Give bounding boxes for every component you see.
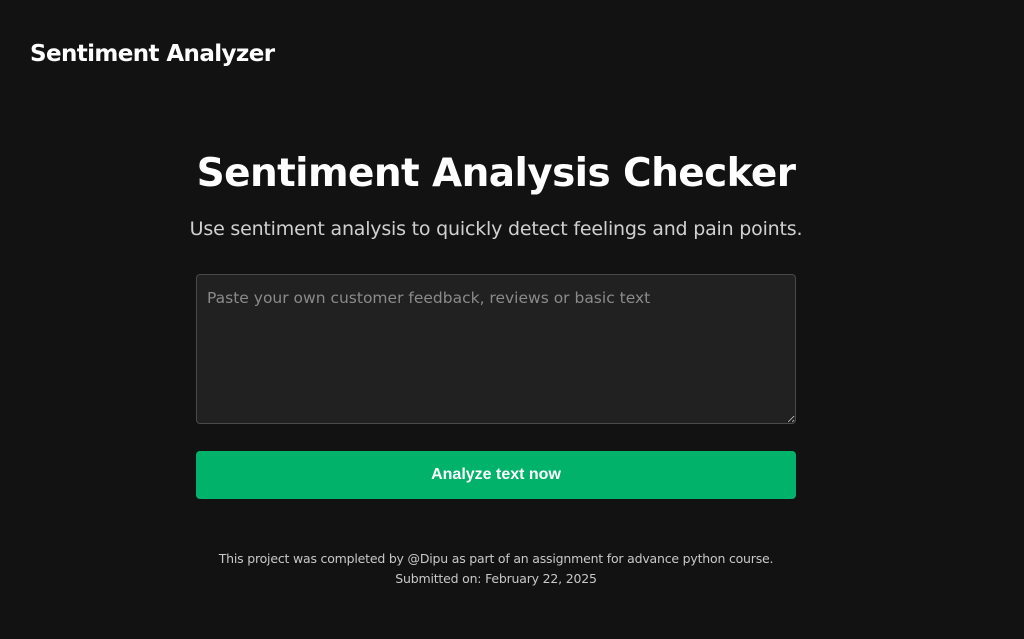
footer-submitted-date: Submitted on: February 22, 2025 bbox=[395, 571, 597, 586]
footer: This project was completed by @Dipu as p… bbox=[0, 549, 992, 589]
page-subtitle: Use sentiment analysis to quickly detect… bbox=[189, 218, 803, 240]
feedback-text-input[interactable] bbox=[196, 274, 796, 424]
main-content: Sentiment Analysis Checker Use sentiment… bbox=[0, 0, 1024, 639]
analyze-text-button[interactable]: Analyze text now bbox=[196, 451, 796, 499]
page-title: Sentiment Analysis Checker bbox=[196, 151, 796, 196]
footer-credit-text: This project was completed by @Dipu as p… bbox=[218, 551, 774, 566]
